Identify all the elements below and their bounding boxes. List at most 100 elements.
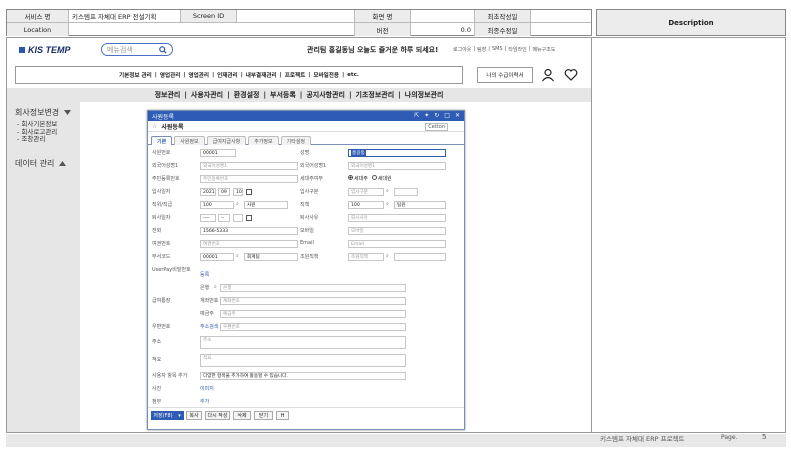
nav-item[interactable]: 공지사항관리 — [306, 90, 345, 100]
nav-item[interactable]: 사용자관리 — [191, 90, 223, 100]
photo-image-link[interactable]: 이미지 — [200, 385, 214, 392]
tab-1[interactable]: 사원정보 — [174, 136, 205, 145]
refresh-icon[interactable]: ↻ — [434, 112, 439, 119]
menu-item[interactable]: 내부결재관리 — [246, 71, 277, 79]
maximize-icon[interactable]: □ — [444, 112, 450, 119]
leave-year-select[interactable]: ---- — [200, 214, 216, 222]
menu-item[interactable]: 영업관리 — [160, 71, 181, 79]
name-input[interactable]: 홍길동 — [348, 149, 446, 157]
hire-type-input[interactable]: 입사구분 — [348, 188, 384, 196]
radio-selected-icon[interactable] — [348, 175, 353, 180]
bank-input[interactable]: 은행 — [220, 284, 406, 292]
menu-item[interactable]: 기본정보 관리 — [119, 71, 152, 79]
search-icon[interactable]: ⌕ — [214, 284, 217, 290]
hire-day-input[interactable]: 10 — [233, 188, 243, 196]
save-button[interactable]: 저장(F8) — [151, 411, 175, 420]
share-icon[interactable]: ⇱ — [414, 112, 419, 119]
menu-item[interactable]: 프로젝트 — [285, 71, 306, 79]
tab-0[interactable]: 기본 — [151, 136, 173, 145]
calendar-icon[interactable] — [246, 189, 252, 195]
position-name[interactable]: 사원 — [244, 201, 288, 209]
tab-4[interactable]: 기타설정 — [280, 136, 312, 145]
hire-year-select[interactable]: 2021 — [200, 188, 216, 196]
leave-month-select[interactable]: -- — [218, 214, 230, 222]
util-link[interactable]: 팀장 — [477, 46, 486, 53]
sidebar-item[interactable]: - 조창관리 — [17, 135, 80, 144]
dept-name[interactable]: 회계팀 — [244, 253, 298, 261]
sidebar-section-data[interactable]: 데이터 관리 — [15, 158, 80, 169]
search-icon[interactable]: ⌕ — [386, 253, 389, 259]
custom-field-input[interactable]: 다양한 항목을 추가하여 활용할 수 있습니다. — [200, 372, 406, 380]
tab-2[interactable]: 급여지급사항 — [206, 136, 247, 145]
menu-item[interactable]: 인재관리 — [217, 71, 238, 79]
star-icon[interactable]: ☆ — [152, 123, 157, 130]
search-icon[interactable]: ⌕ — [386, 188, 389, 194]
depositor-label: 예금주 — [200, 311, 214, 317]
nav-item[interactable]: 기초정보관리 — [356, 90, 395, 100]
pin-icon[interactable]: ✦ — [424, 112, 429, 119]
search-icon[interactable]: ⌕ — [386, 201, 389, 207]
util-link[interactable]: 타임라인 — [508, 46, 526, 53]
depositor-input[interactable]: 예금주 — [220, 310, 406, 318]
userpay-register-link[interactable]: 등록 — [200, 271, 209, 278]
hire-type-name[interactable] — [394, 188, 418, 196]
delete-button[interactable]: 삭제 — [233, 411, 251, 420]
close-button[interactable]: 닫기 — [254, 411, 273, 420]
address-search-button[interactable]: 주소검색 — [200, 323, 218, 330]
hire-month-select[interactable]: 09 — [218, 188, 230, 196]
resident-no-input[interactable]: 주민등록번호 — [200, 175, 298, 183]
menu-search-input[interactable]: 메뉴검색 — [101, 43, 173, 56]
save-dropdown-button[interactable]: ▾ — [175, 411, 184, 420]
cetton-button[interactable]: Cetton — [425, 123, 448, 131]
close-icon[interactable]: ✕ — [455, 112, 460, 119]
account-no-input[interactable]: 계좌번호 — [220, 297, 406, 305]
calendar-icon[interactable] — [246, 215, 252, 221]
util-links: 로그아웃 | 팀장 | SMS | 타임라인 | 메뉴구조도 — [453, 46, 555, 53]
address-input[interactable]: 주소 — [200, 336, 406, 349]
radio-unselected-icon[interactable] — [371, 175, 377, 180]
menu-item[interactable]: 모바일전용 — [313, 71, 339, 79]
phone-input[interactable]: 1566-5333 — [200, 227, 298, 235]
leave-day-input[interactable] — [233, 214, 243, 222]
nav-item[interactable]: 환경설정 — [234, 90, 260, 100]
duty-name[interactable]: 팀원 — [394, 201, 446, 209]
search-icon[interactable]: ⌕ — [236, 253, 239, 259]
sidebar-section-company[interactable]: 회사정보변경 — [15, 107, 80, 118]
copy-button[interactable]: 복사 — [186, 411, 202, 420]
bank-label: 은행 — [200, 285, 210, 291]
kis-temp-logo[interactable]: KIS TEMP — [19, 45, 71, 55]
memo-input[interactable]: 적요 — [200, 354, 406, 367]
emp-no-input[interactable]: 00001 — [200, 149, 236, 157]
crew-position-name[interactable] — [394, 253, 446, 261]
mobile-input[interactable]: 모바일 — [348, 227, 446, 235]
search-icon[interactable]: ⌕ — [236, 201, 239, 207]
util-link[interactable]: SMS — [492, 46, 503, 53]
menu-item[interactable]: etc. — [347, 72, 359, 78]
position-code-input[interactable]: 100 — [200, 201, 234, 209]
crew-position-input[interactable]: 조원직책 — [348, 253, 384, 261]
rewrite-button[interactable]: 다시 작성 — [205, 411, 230, 420]
nav-item[interactable]: 나의정보관리 — [405, 90, 444, 100]
nav-item[interactable]: 부서등록 — [270, 90, 296, 100]
foreign-name2-input[interactable]: 외국어성명1 — [348, 162, 446, 170]
tab-3[interactable]: 추가정보 — [248, 136, 279, 145]
search-icon[interactable] — [159, 45, 167, 54]
attachment-add-link[interactable]: 추가 — [200, 398, 209, 405]
modal-titlebar[interactable]: 사원등록 ⇱ ✦ ↻ □ ✕ — [148, 111, 464, 121]
my-resume-button[interactable]: 나의 수급이력서 — [477, 67, 533, 83]
last-date-value — [531, 23, 591, 36]
zip-input[interactable]: 우편번호 — [220, 323, 406, 331]
menu-item[interactable]: 영업관리 — [188, 71, 209, 79]
passport-input[interactable]: 여권번호 — [200, 240, 298, 248]
user-icon[interactable] — [540, 67, 556, 83]
util-link[interactable]: 메뉴구조도 — [532, 46, 555, 53]
help-button[interactable]: H — [276, 411, 289, 420]
leave-reason-input[interactable]: 퇴사사유 — [348, 214, 446, 222]
nav-item[interactable]: 정보관리 — [155, 90, 181, 100]
duty-code-input[interactable]: 100 — [348, 201, 384, 209]
util-link[interactable]: 로그아웃 — [453, 46, 471, 53]
heart-icon[interactable] — [563, 67, 579, 83]
email-input[interactable]: Email — [348, 240, 446, 248]
foreign-name1-input[interactable]: 외국어성명1 — [200, 162, 298, 170]
dept-code-input[interactable]: 00001 — [200, 253, 234, 261]
